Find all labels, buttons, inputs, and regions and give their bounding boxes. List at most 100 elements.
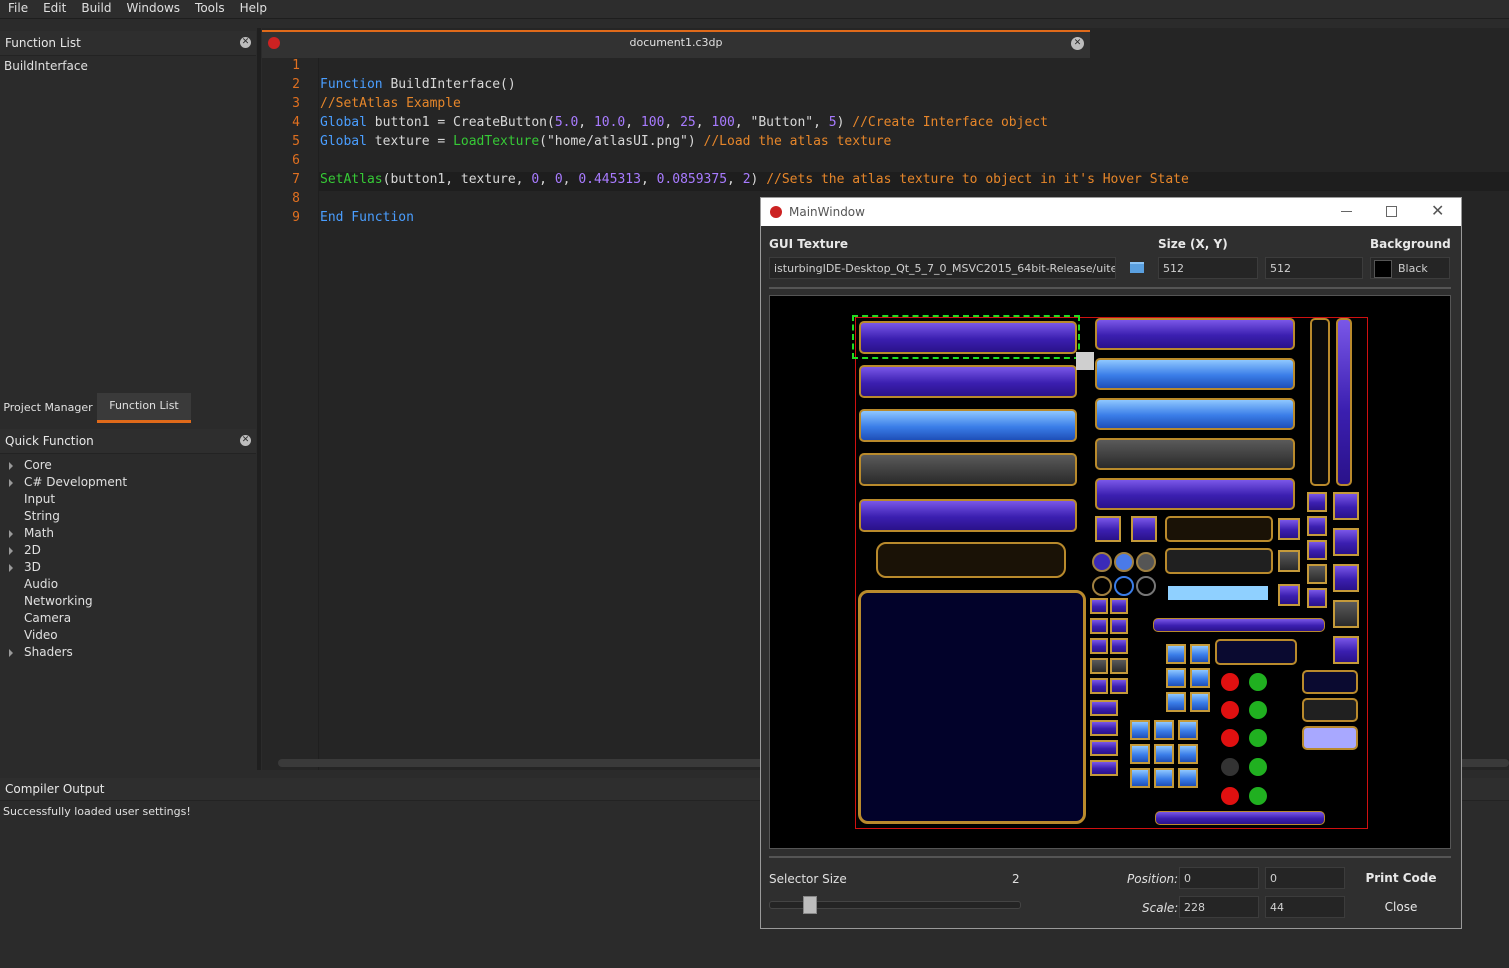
tree-item[interactable]: Networking bbox=[0, 593, 256, 610]
menu-edit[interactable]: Edit bbox=[35, 0, 73, 15]
texture-arrow-button bbox=[1166, 644, 1186, 664]
tree-item-label: Audio bbox=[24, 577, 59, 591]
texture-green-check bbox=[1249, 729, 1267, 747]
print-code-button[interactable]: Print Code bbox=[1361, 871, 1441, 885]
position-y-field[interactable]: 0 bbox=[1265, 867, 1345, 889]
expand-arrow-icon[interactable] bbox=[9, 649, 13, 657]
line-number: 1 bbox=[292, 58, 300, 73]
line-number: 3 bbox=[292, 96, 300, 111]
tree-item[interactable]: Video bbox=[0, 627, 256, 644]
texture-radio bbox=[1136, 576, 1156, 596]
folder-icon[interactable] bbox=[1130, 262, 1144, 273]
dialog-title-bar: MainWindow ✕ bbox=[761, 198, 1461, 226]
texture-small-button bbox=[1307, 564, 1327, 584]
tree-item[interactable]: 3D bbox=[0, 559, 256, 576]
tree-item[interactable]: Math bbox=[0, 525, 256, 542]
selection-handle[interactable] bbox=[1076, 352, 1094, 370]
expand-arrow-icon[interactable] bbox=[9, 530, 13, 538]
tab-function-list[interactable]: Function List bbox=[97, 393, 191, 423]
background-color-picker[interactable]: Black bbox=[1370, 257, 1450, 279]
minimize-icon[interactable] bbox=[1341, 211, 1352, 212]
color-swatch bbox=[1374, 260, 1392, 278]
expand-arrow-icon[interactable] bbox=[9, 479, 13, 487]
close-icon[interactable]: ✕ bbox=[240, 435, 251, 446]
background-label: Background bbox=[1370, 237, 1451, 251]
menu-windows[interactable]: Windows bbox=[118, 0, 187, 15]
function-list-panel: Function List ✕ BuildInterface bbox=[0, 31, 256, 393]
scale-y-field[interactable]: 44 bbox=[1265, 896, 1345, 918]
tree-item[interactable]: 2D bbox=[0, 542, 256, 559]
tree-item[interactable]: Camera bbox=[0, 610, 256, 627]
tree-item-label: Core bbox=[24, 458, 52, 472]
function-list-title: Function List bbox=[5, 36, 81, 50]
close-window-icon[interactable]: ✕ bbox=[1431, 201, 1444, 220]
texture-green-check bbox=[1249, 758, 1267, 776]
texture-small-button bbox=[1307, 540, 1327, 560]
tab-document[interactable]: document1.c3dp ✕ bbox=[262, 30, 1090, 58]
texture-small-button bbox=[1307, 516, 1327, 536]
texture-red-orb bbox=[1221, 729, 1239, 747]
expand-arrow-icon[interactable] bbox=[9, 547, 13, 555]
quick-function-tree: Core C# Development Input String Math 2D 3D Aud… bbox=[0, 454, 256, 661]
position-x-field[interactable]: 0 bbox=[1179, 867, 1259, 889]
position-label: Position: bbox=[1127, 872, 1179, 886]
maximize-icon[interactable] bbox=[1386, 206, 1397, 217]
texture-arrow-button bbox=[1190, 692, 1210, 712]
texture-arrow-button bbox=[1190, 668, 1210, 688]
texture-small-bar bbox=[1090, 720, 1118, 736]
tree-item-label: Input bbox=[24, 492, 56, 506]
function-list-item[interactable]: BuildInterface bbox=[0, 56, 256, 76]
texture-arrow-button bbox=[1090, 658, 1108, 674]
expand-arrow-icon[interactable] bbox=[9, 564, 13, 572]
texture-radio bbox=[1114, 576, 1134, 596]
tree-item[interactable]: C# Development bbox=[0, 474, 256, 491]
size-y-field[interactable]: 512 bbox=[1265, 257, 1363, 279]
background-value: Black bbox=[1398, 262, 1428, 275]
menu-bar: File Edit Build Windows Tools Help bbox=[0, 0, 1509, 19]
slider-handle[interactable] bbox=[803, 896, 817, 914]
texture-path-field[interactable]: isturbingIDE-Desktop_Qt_5_7_0_MSVC2015_6… bbox=[769, 257, 1116, 279]
menu-tools[interactable]: Tools bbox=[187, 0, 232, 15]
tree-item-label: 2D bbox=[24, 543, 41, 557]
tree-item[interactable]: Core bbox=[0, 457, 256, 474]
tree-item[interactable]: Audio bbox=[0, 576, 256, 593]
texture-arrow-button bbox=[1178, 720, 1198, 740]
texture-scrollbar-track bbox=[1310, 318, 1330, 486]
tree-item-label: C# Development bbox=[24, 475, 128, 489]
texture-arrow-button bbox=[1178, 744, 1198, 764]
quick-function-header: Quick Function ✕ bbox=[0, 429, 256, 454]
texture-preview[interactable] bbox=[769, 295, 1451, 849]
selector-size-slider[interactable] bbox=[769, 896, 1021, 914]
size-x-field[interactable]: 512 bbox=[1158, 257, 1258, 279]
texture-textbox bbox=[1302, 698, 1358, 722]
texture-slider-bar bbox=[1155, 811, 1325, 825]
close-icon[interactable]: ✕ bbox=[240, 37, 251, 48]
menu-file[interactable]: File bbox=[0, 0, 35, 15]
tab-project-manager[interactable]: Project Manager bbox=[0, 393, 96, 423]
selection-rect[interactable] bbox=[852, 315, 1080, 359]
code-line-4: Global button1 = CreateButton(5.0, 10.0,… bbox=[320, 115, 1048, 130]
texture-red-orb bbox=[1221, 673, 1239, 691]
texture-arrow-button bbox=[1178, 768, 1198, 788]
texture-textbox bbox=[1165, 516, 1273, 542]
tree-item[interactable]: Shaders bbox=[0, 644, 256, 661]
texture-arrow-button bbox=[1130, 720, 1150, 740]
texture-radio bbox=[1092, 552, 1112, 572]
expand-arrow-icon[interactable] bbox=[9, 462, 13, 470]
scale-x-field[interactable]: 228 bbox=[1179, 896, 1259, 918]
panel-splitter[interactable] bbox=[257, 28, 261, 770]
document-tab-title: document1.c3dp bbox=[629, 36, 723, 49]
texture-radio bbox=[1092, 576, 1112, 596]
menu-help[interactable]: Help bbox=[232, 0, 274, 15]
texture-arrow-button bbox=[1154, 768, 1174, 788]
texture-button-blue bbox=[859, 409, 1077, 442]
texture-progress-bar bbox=[1168, 586, 1268, 600]
tree-item[interactable]: String bbox=[0, 508, 256, 525]
close-tab-icon[interactable]: ✕ bbox=[1071, 37, 1084, 50]
code-line-9: End Function bbox=[320, 210, 414, 225]
texture-green-check bbox=[1249, 673, 1267, 691]
tree-item[interactable]: Input bbox=[0, 491, 256, 508]
texture-small-bar bbox=[1090, 760, 1118, 776]
close-button[interactable]: Close bbox=[1361, 900, 1441, 914]
menu-build[interactable]: Build bbox=[73, 0, 118, 15]
